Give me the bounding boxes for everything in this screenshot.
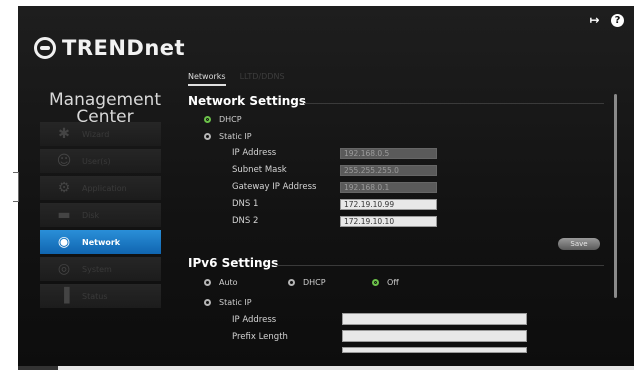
- clipped-field[interactable]: [342, 347, 527, 353]
- dhcp-label: DHCP: [219, 115, 242, 124]
- dhcp-radio[interactable]: [204, 116, 211, 123]
- ipv6-dhcp-radio-row[interactable]: DHCP: [288, 278, 326, 287]
- wizard-icon: ✱: [58, 126, 70, 142]
- dhcp-radio[interactable]: [288, 279, 295, 286]
- ipv6-ip-address-field[interactable]: [342, 313, 527, 325]
- sidebar-item-label: System: [82, 264, 112, 274]
- logout-icon[interactable]: ↦: [588, 14, 601, 27]
- scrollbar[interactable]: [614, 94, 617, 298]
- bottom-bar-segment: [18, 366, 58, 370]
- sidebar-item-disk[interactable]: ▬ Disk: [40, 203, 161, 227]
- dns2-label: DNS 2: [232, 216, 259, 226]
- section-divider: [274, 265, 604, 266]
- off-label: Off: [387, 278, 399, 287]
- static-ip-radio[interactable]: [204, 299, 211, 306]
- prefix-length-field[interactable]: [342, 330, 527, 342]
- prefix-length-label: Prefix Length: [232, 332, 288, 342]
- users-icon: ☺: [56, 153, 72, 169]
- top-icons: ↦ ?: [588, 14, 624, 27]
- brand-logo: TRENDnet: [34, 36, 185, 60]
- subnet-mask-label: Subnet Mask: [232, 165, 287, 175]
- ipv6-ip-address-label: IP Address: [232, 315, 277, 325]
- system-icon: ◎: [57, 261, 71, 277]
- sidebar-item-application[interactable]: ⚙ Application: [40, 176, 161, 200]
- ip-address-field[interactable]: 192.168.0.5: [340, 148, 437, 159]
- static-ip-radio[interactable]: [204, 133, 211, 140]
- sidebar-item-label: Application: [82, 183, 127, 193]
- tab-bar: Networks LLTD/DDNS: [188, 72, 285, 86]
- auto-label: Auto: [219, 278, 238, 287]
- dns2-field[interactable]: 172.19.10.10: [340, 216, 437, 227]
- sidebar-item-wizard[interactable]: ✱ Wizard: [40, 122, 161, 146]
- ipv6-static-ip-radio-row[interactable]: Static IP: [204, 298, 252, 307]
- dns1-field[interactable]: 172.19.10.99: [340, 199, 437, 210]
- network-settings-title: Network Settings: [188, 94, 306, 108]
- sidebar-item-system[interactable]: ◎ System: [40, 257, 161, 281]
- gateway-ip-label: Gateway IP Address: [232, 182, 317, 192]
- sidebar-item-label: Wizard: [82, 129, 110, 139]
- ipv6-settings-title: IPv6 Settings: [188, 256, 279, 270]
- sidebar-item-network[interactable]: ◉ Network: [40, 230, 161, 254]
- ipv6-off-radio-row[interactable]: Off: [372, 278, 399, 287]
- sidebar-item-users[interactable]: ☺ User(s): [40, 149, 161, 173]
- sidebar-item-label: Network: [82, 237, 121, 247]
- app-window: TRENDnet ↦ ? Management Center ✱ Wizard …: [18, 6, 634, 366]
- save-button[interactable]: Save: [558, 238, 600, 250]
- tab-networks[interactable]: Networks: [188, 72, 226, 86]
- management-center-title: Management Center: [49, 90, 161, 127]
- sidebar-item-status[interactable]: ▐ Status: [40, 284, 161, 308]
- trendnet-logo-icon: [34, 37, 56, 59]
- dhcp-label: DHCP: [303, 278, 326, 287]
- static-ip-label: Static IP: [219, 132, 252, 141]
- brand-name: TRENDnet: [62, 36, 186, 60]
- disk-icon: ▬: [57, 207, 71, 223]
- ipv6-auto-radio-row[interactable]: Auto: [204, 278, 238, 287]
- static-ip-label: Static IP: [219, 298, 252, 307]
- sidebar-item-label: Status: [82, 291, 108, 301]
- dhcp-radio-row[interactable]: DHCP: [204, 115, 242, 124]
- sidebar-item-label: Disk: [82, 210, 100, 220]
- section-divider: [304, 103, 604, 104]
- help-icon[interactable]: ?: [611, 14, 624, 27]
- sidebar-item-label: User(s): [82, 156, 111, 166]
- dns1-label: DNS 1: [232, 199, 259, 209]
- status-icon: ▐: [58, 288, 70, 304]
- collapse-handle[interactable]: [13, 172, 19, 202]
- static-ip-radio-row[interactable]: Static IP: [204, 132, 252, 141]
- tab-lltd-ddns[interactable]: LLTD/DDNS: [240, 72, 285, 86]
- ip-address-label: IP Address: [232, 148, 277, 158]
- sidebar-menu: ✱ Wizard ☺ User(s) ⚙ Application ▬ Disk …: [40, 122, 161, 311]
- network-icon: ◉: [57, 234, 71, 250]
- auto-radio[interactable]: [204, 279, 211, 286]
- application-icon: ⚙: [57, 180, 71, 196]
- bottom-bar: [18, 366, 634, 370]
- subnet-mask-field[interactable]: 255.255.255.0: [340, 165, 437, 176]
- gateway-ip-field[interactable]: 192.168.0.1: [340, 182, 437, 193]
- off-radio[interactable]: [372, 279, 379, 286]
